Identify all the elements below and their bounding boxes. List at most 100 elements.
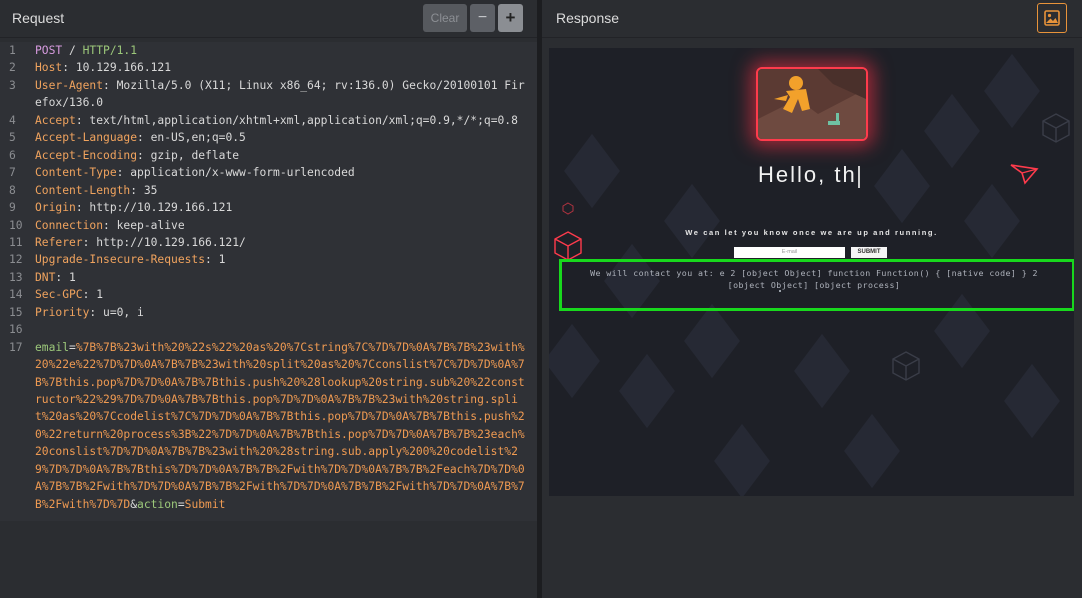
code-line[interactable]: Origin: http://10.129.166.121 xyxy=(35,201,537,214)
code-line[interactable]: Content-Length: 35 xyxy=(35,184,537,197)
paper-plane-icon xyxy=(1010,164,1039,185)
line-number: 2 xyxy=(9,61,16,75)
email-input[interactable]: E-mail xyxy=(734,247,845,258)
code-line[interactable]: Accept-Encoding: gzip, deflate xyxy=(35,149,537,162)
code-line[interactable]: B%2Fwith%7D%7D&action=Submit xyxy=(35,498,537,511)
background-diamond xyxy=(684,303,740,379)
tagline-text: We can let you know once we are up and r… xyxy=(685,228,938,237)
code-token: : en-US,en;q=0.5 xyxy=(137,131,246,145)
code-token: : gzip, deflate xyxy=(137,148,240,162)
background-diamond xyxy=(924,93,980,169)
code-line[interactable]: Sec-GPC: 1 xyxy=(35,288,537,301)
background-diamond xyxy=(664,183,720,259)
code-token: Referer xyxy=(35,235,83,249)
code-token: Accept-Encoding xyxy=(35,148,138,162)
code-token: Submit xyxy=(184,497,226,511)
line-number: 5 xyxy=(9,131,16,145)
decorative-dot xyxy=(779,290,781,292)
request-editor[interactable]: 1 POST / HTTP/1.1 2 Host: 10.129.166.121 3 Us… xyxy=(0,42,537,521)
code-line[interactable]: A%7B%7B%2Fwith%7D%7D%0A%7B%7B%2Fwith%7D%… xyxy=(35,480,537,493)
background-diamond xyxy=(964,183,1020,259)
code-token: = xyxy=(177,497,185,511)
background-diamond xyxy=(874,148,930,224)
request-pane: Request Clear − + 1 POST / HTTP/1.1 2 Host:… xyxy=(0,0,537,598)
code-token: B%2Fwith%7D%7D xyxy=(35,497,131,511)
code-line[interactable]: email=%7B%7B%23with%20%22s%22%20as%20%7C… xyxy=(35,341,537,354)
cube-icon xyxy=(562,202,574,215)
hello-heading: Hello, th xyxy=(758,162,857,187)
cube-icon xyxy=(892,351,920,381)
response-header: Response xyxy=(542,0,1082,38)
background-diamond xyxy=(619,353,675,429)
code-token: : keep-alive xyxy=(103,218,185,232)
code-token: Origin xyxy=(35,201,76,215)
code-token: DNT xyxy=(35,270,56,284)
code-line[interactable]: Upgrade-Insecure-Requests: 1 xyxy=(35,253,537,266)
code-line[interactable]: Accept-Language: en-US,en;q=0.5 xyxy=(35,131,537,144)
code-token: Sec-GPC xyxy=(35,288,83,302)
code-token: Connection xyxy=(35,218,104,232)
code-token: User-Agent xyxy=(35,78,104,92)
code-token: : 35 xyxy=(130,183,158,197)
decrease-button[interactable]: − xyxy=(470,4,495,32)
code-token: Priority xyxy=(35,305,90,319)
response-pane: Response Hello, th We can let you know o… xyxy=(542,0,1082,598)
line-number: 11 xyxy=(9,235,23,249)
code-line[interactable]: POST / HTTP/1.1 xyxy=(35,44,537,57)
code-line[interactable]: Host: 10.129.166.121 xyxy=(35,61,537,74)
code-line[interactable]: efox/136.0 xyxy=(35,96,537,109)
code-line[interactable]: Referer: http://10.129.166.121/ xyxy=(35,236,537,249)
code-token: t%20as%20%7Ccodelist%7C%7D%7D%0A%7B%7Bth… xyxy=(35,410,525,424)
background-diamond xyxy=(1004,363,1060,439)
line-number: 10 xyxy=(9,218,23,232)
line-number: 12 xyxy=(9,253,23,267)
code-token: : application/x-www-form-urlencoded xyxy=(116,166,355,180)
code-token: 9%7D%7D%0A%7B%7Bthis%7D%7D%0A%7B%7B%2Fwi… xyxy=(35,462,525,476)
code-token: : 1 xyxy=(55,270,76,284)
code-line[interactable]: DNT: 1 xyxy=(35,271,537,284)
code-line[interactable]: t%20as%20%7Ccodelist%7C%7D%7D%0A%7B%7Bth… xyxy=(35,410,537,423)
code-line[interactable]: Priority: u=0, i xyxy=(35,306,537,319)
code-line[interactable]: Connection: keep-alive xyxy=(35,219,537,232)
code-line[interactable]: ructor%22%29%7D%7D%0A%7B%7Bthis.pop%7D%7… xyxy=(35,393,537,406)
code-token: Upgrade-Insecure-Requests xyxy=(35,253,206,267)
submit-button[interactable]: SUBMIT xyxy=(851,247,887,258)
background-diamond xyxy=(714,423,770,496)
line-number: 1 xyxy=(9,44,16,57)
render-toggle-button[interactable] xyxy=(1037,3,1067,33)
cube-icon xyxy=(1042,113,1070,143)
code-line[interactable]: 20conslist%7D%7D%0A%7B%7B%23with%20%28st… xyxy=(35,445,537,458)
character-illustration-icon xyxy=(758,69,866,139)
code-token: = xyxy=(69,340,76,354)
background-diamond xyxy=(794,333,850,409)
increase-button[interactable]: + xyxy=(498,4,523,32)
request-header: Request Clear − + xyxy=(0,0,537,38)
code-line[interactable]: User-Agent: Mozilla/5.0 (X11; Linux x86_… xyxy=(35,79,537,92)
code-token: action xyxy=(137,497,178,511)
code-token: : 1 xyxy=(82,288,104,302)
line-number: 9 xyxy=(9,201,16,215)
rendered-response: Hello, th We can let you know once we ar… xyxy=(549,48,1074,496)
code-line[interactable]: Content-Type: application/x-www-form-url… xyxy=(35,166,537,179)
code-token: 20conslist%7D%7D%0A%7B%7B%23with%20%28st… xyxy=(35,445,518,459)
code-token: Content-Type xyxy=(35,166,117,180)
code-token: : text/html,application/xhtml+xml,applic… xyxy=(75,113,518,127)
response-title: Response xyxy=(556,10,620,26)
clear-button[interactable]: Clear xyxy=(423,4,467,32)
request-title: Request xyxy=(12,10,65,26)
line-number: 4 xyxy=(9,113,16,127)
code-line[interactable]: 20%22e%22%7D%7D%0A%7B%7B%23with%20split%… xyxy=(35,358,537,371)
code-line[interactable]: 0%22return%20process%3B%22%7D%7D%0A%7B%7… xyxy=(35,428,537,441)
code-token: / xyxy=(62,44,83,57)
code-token: 20%22e%22%7D%7D%0A%7B%7B%23with%20split%… xyxy=(35,358,525,372)
image-icon xyxy=(1044,10,1060,26)
code-token: : http://10.129.166.121/ xyxy=(82,235,246,249)
request-editor-empty-area[interactable] xyxy=(0,521,537,598)
code-line[interactable]: 9%7D%7D%0A%7B%7Bthis%7D%7D%0A%7B%7B%2Fwi… xyxy=(35,463,537,476)
code-line[interactable]: B%7Bthis.pop%7D%7D%0A%7B%7Bthis.push%20%… xyxy=(35,376,537,389)
code-token: : u=0, i xyxy=(89,305,144,319)
code-line[interactable]: Accept: text/html,application/xhtml+xml,… xyxy=(35,114,537,127)
code-token: : Mozilla/5.0 (X11; Linux x86_64; rv:136… xyxy=(103,78,525,92)
hero-image xyxy=(756,67,868,141)
background-diamond xyxy=(564,133,620,209)
